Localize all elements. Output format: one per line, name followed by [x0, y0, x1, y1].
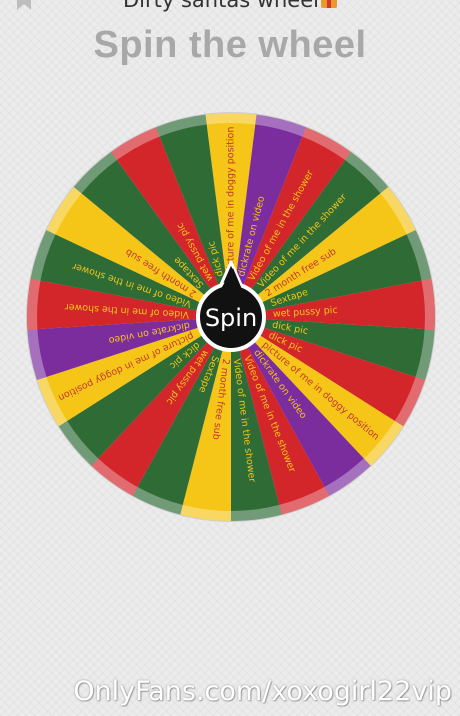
- spin-wheel[interactable]: picture of me in doggy position dickrate …: [0, 0, 460, 716]
- wheel-segment-rim: [205, 113, 257, 125]
- watermark: OnlyFans.com/xoxogirl22vip: [73, 676, 452, 707]
- wheel-segment-label: picture of me in doggy position: [226, 127, 237, 275]
- spin-button-label[interactable]: Spin: [205, 304, 257, 332]
